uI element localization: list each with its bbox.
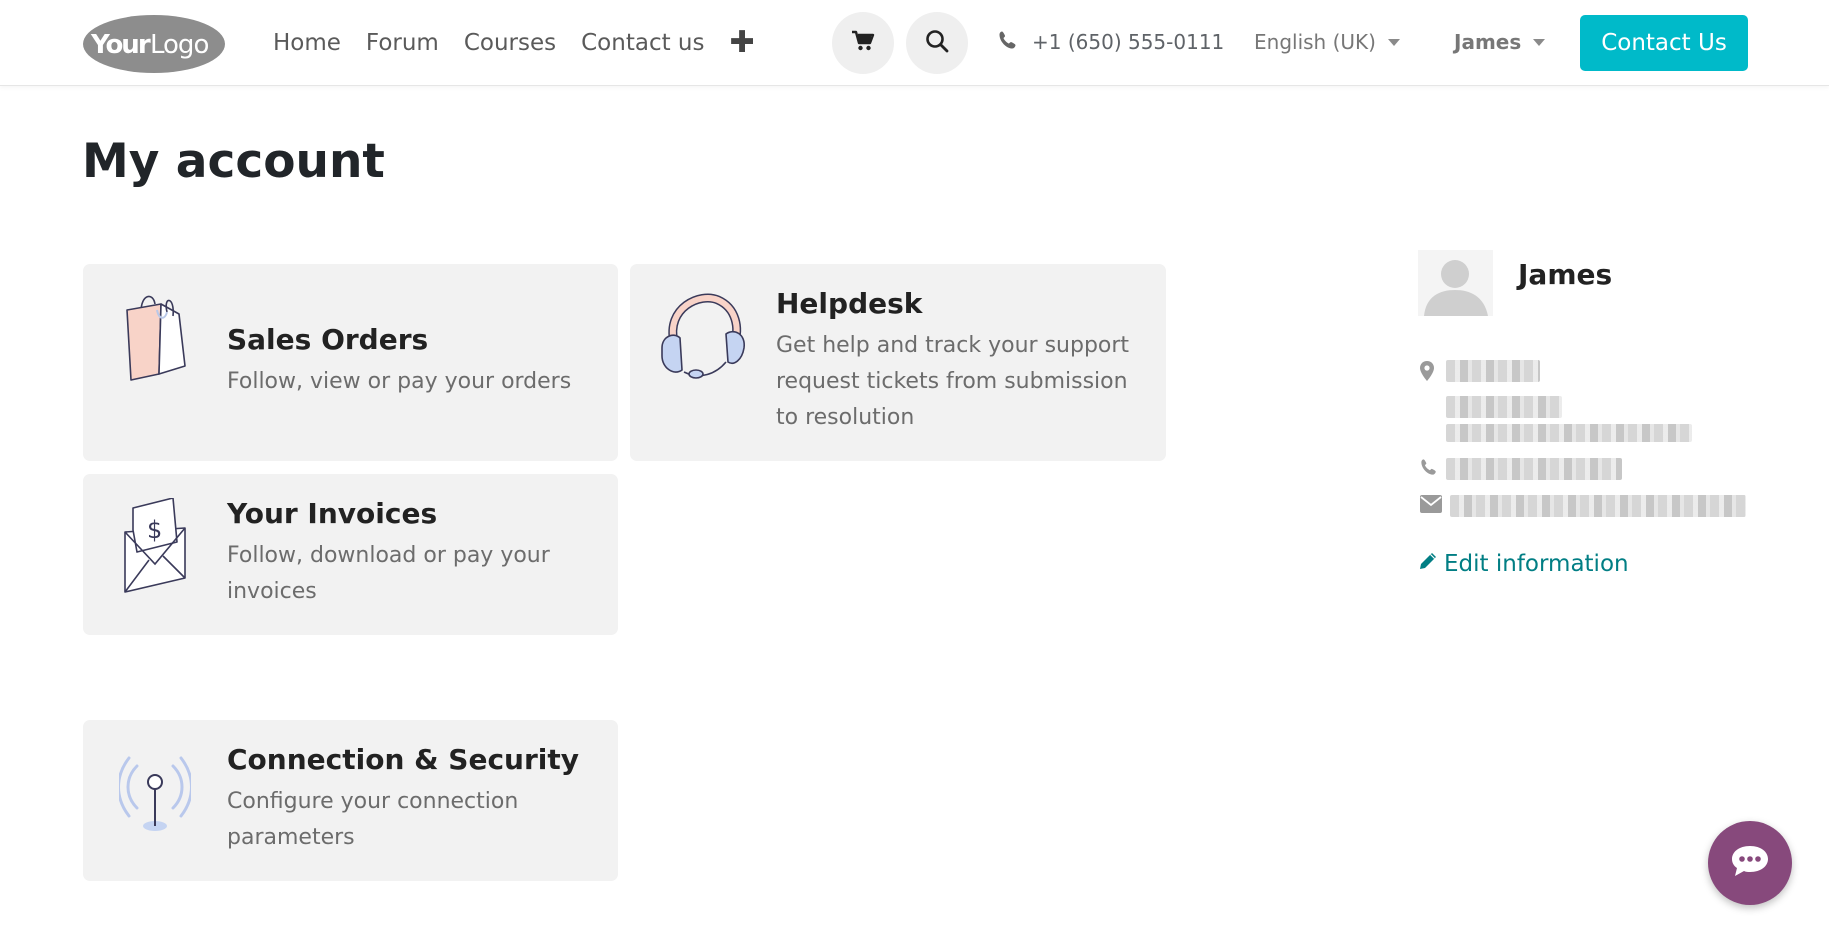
card-sales-orders[interactable]: Sales Orders Follow, view or pay your or… <box>83 264 618 461</box>
chevron-down-icon <box>1387 38 1400 46</box>
shopping-bag-icon <box>121 290 191 386</box>
svg-text:Logo: Logo <box>150 30 208 60</box>
pencil-icon <box>1418 551 1438 577</box>
phone-icon <box>1420 458 1438 480</box>
card-description: Follow, view or pay your orders <box>227 369 572 394</box>
email-row <box>1420 495 1746 517</box>
nav-forum[interactable]: Forum <box>366 26 439 60</box>
card-connection-security[interactable]: Connection & Security Configure your con… <box>83 720 618 881</box>
phone-link[interactable]: +1 (650) 555-0111 <box>998 30 1224 54</box>
page-title: My account <box>82 134 385 189</box>
user-dropdown[interactable]: James <box>1454 30 1546 54</box>
edit-information-link[interactable]: Edit information <box>1418 551 1629 577</box>
nav-contact-us[interactable]: Contact us <box>581 26 704 60</box>
card-description: Get help and track your support request … <box>776 333 1130 430</box>
search-button[interactable] <box>906 12 968 74</box>
card-helpdesk[interactable]: Helpdesk Get help and track your support… <box>630 264 1166 461</box>
language-label: English (UK) <box>1254 30 1376 54</box>
nav-courses[interactable]: Courses <box>464 26 556 60</box>
user-name: James <box>1454 30 1522 54</box>
address-row <box>1420 360 1692 442</box>
phone-blurred <box>1446 458 1622 480</box>
edit-information-label: Edit information <box>1444 551 1629 577</box>
top-navbar: Your Logo Home Forum Courses Contact us … <box>0 0 1829 86</box>
cart-button[interactable] <box>832 12 894 74</box>
card-description: Configure your connection parameters <box>227 789 519 850</box>
card-title: Helpdesk <box>776 287 923 320</box>
card-description: Follow, download or pay your invoices <box>227 543 550 604</box>
invoice-envelope-icon: $ <box>123 497 189 598</box>
antenna-icon <box>117 750 193 836</box>
search-icon <box>925 29 949 57</box>
email-blurred <box>1450 495 1746 517</box>
profile-name: James <box>1518 258 1613 291</box>
map-marker-icon <box>1420 361 1434 385</box>
card-title: Connection & Security <box>227 743 580 776</box>
card-your-invoices[interactable]: $ Your Invoices Follow, download or pay … <box>83 474 618 635</box>
svg-text:$: $ <box>147 516 162 544</box>
card-title: Your Invoices <box>227 497 438 530</box>
nav-home[interactable]: Home <box>273 26 341 60</box>
chat-bubble-icon <box>1730 844 1770 882</box>
logo[interactable]: Your Logo <box>82 13 226 73</box>
language-dropdown[interactable]: English (UK) <box>1254 30 1400 54</box>
headset-icon <box>656 288 752 388</box>
envelope-icon <box>1420 495 1442 517</box>
chat-button[interactable] <box>1708 821 1792 905</box>
chevron-down-icon <box>1533 38 1546 46</box>
phone-row <box>1420 458 1622 480</box>
avatar <box>1418 250 1493 316</box>
contact-us-button[interactable]: Contact Us <box>1580 15 1748 71</box>
main-nav: Home Forum Courses Contact us ✚ <box>273 26 755 60</box>
svg-text:Your: Your <box>90 30 151 60</box>
cart-icon <box>851 30 875 56</box>
address-blurred <box>1446 360 1692 442</box>
phone-icon <box>998 30 1018 54</box>
plus-icon[interactable]: ✚ <box>729 28 754 58</box>
phone-number: +1 (650) 555-0111 <box>1032 30 1225 54</box>
card-title: Sales Orders <box>227 323 429 356</box>
